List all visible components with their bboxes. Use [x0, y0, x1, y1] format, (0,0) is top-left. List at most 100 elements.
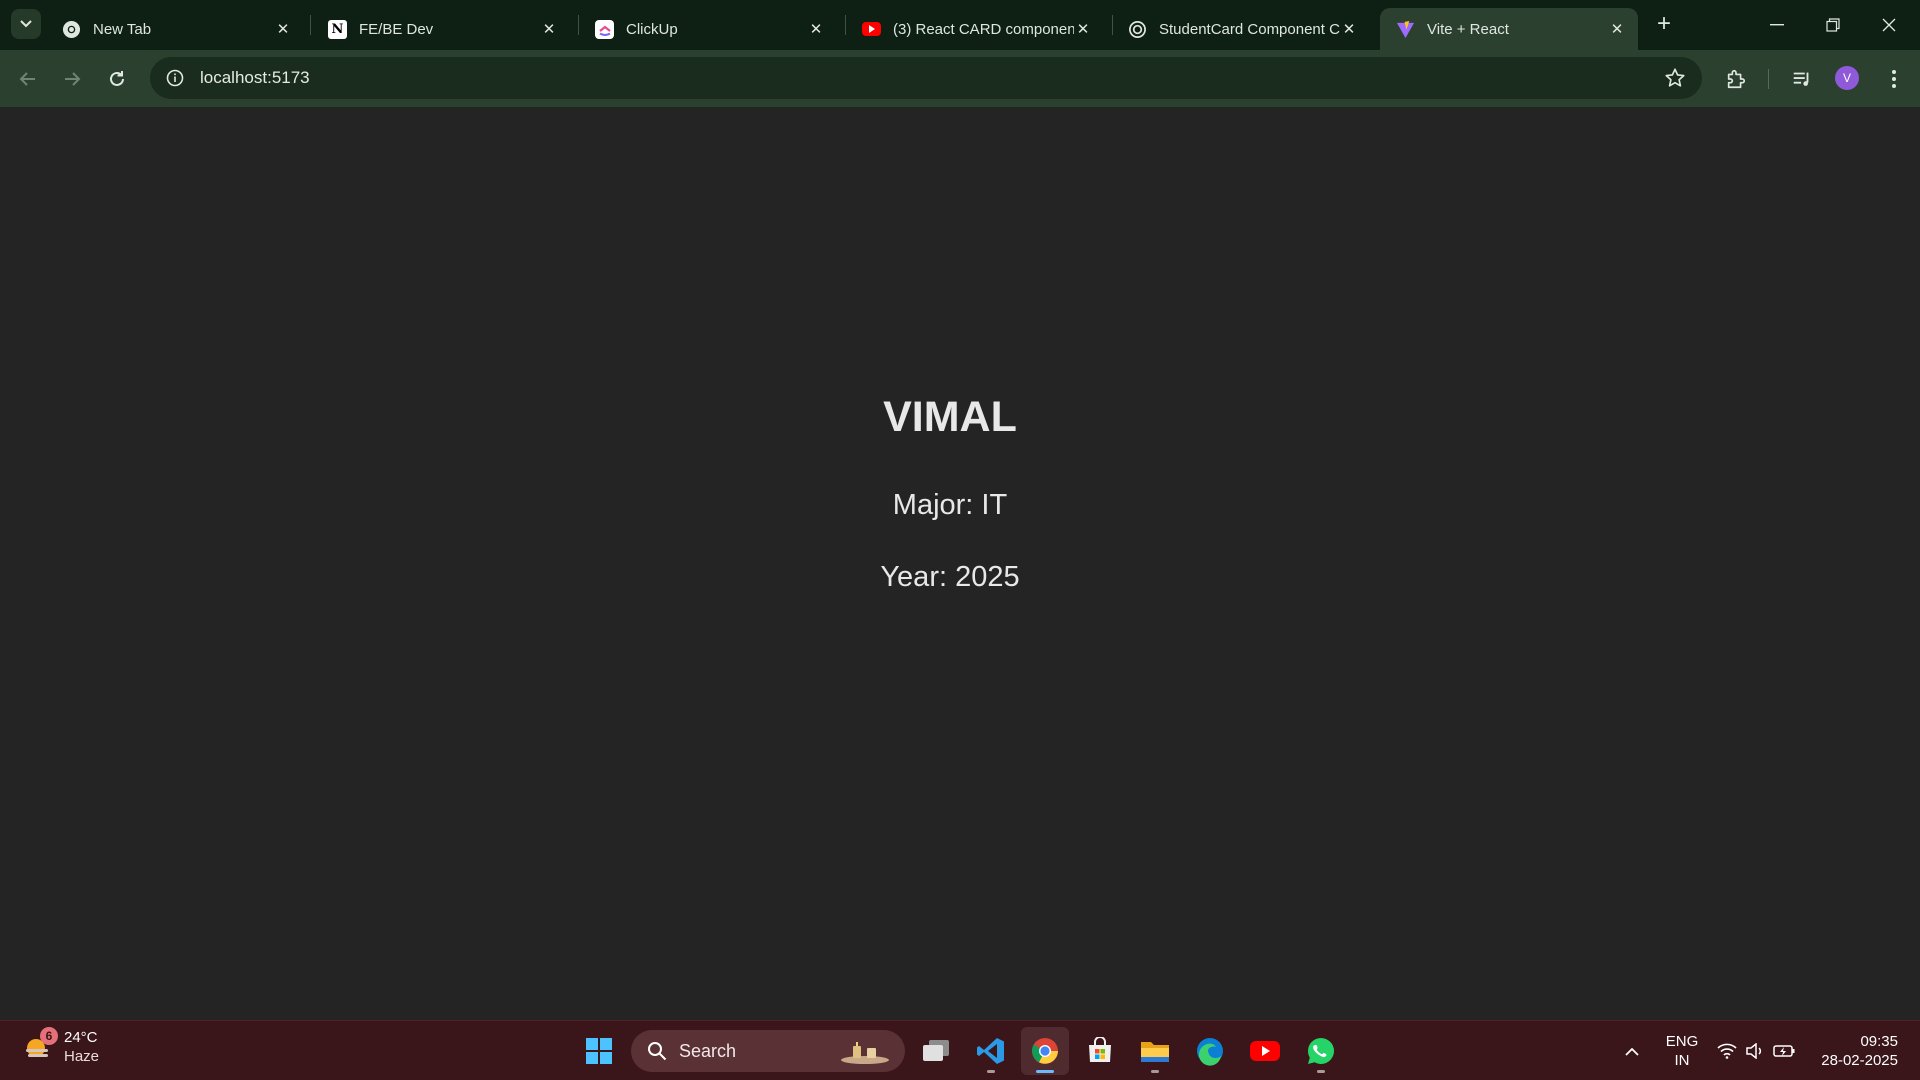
- student-major: Major: IT: [892, 489, 1008, 521]
- url-text: localhost:5173: [200, 68, 310, 87]
- browser-toolbar: localhost:5173: [0, 50, 1920, 108]
- clock-date: 28-02-2025: [1821, 1052, 1898, 1069]
- back-button[interactable]: [12, 63, 44, 95]
- speaker-icon: [1746, 1043, 1762, 1059]
- close-tab-icon[interactable]: ✕: [540, 20, 558, 38]
- chevron-down-icon: [20, 20, 32, 28]
- student-name: VIMAL: [883, 393, 1017, 441]
- vscode-button[interactable]: [967, 1027, 1015, 1075]
- arrow-right-icon: [65, 72, 81, 86]
- bookmark-star-button[interactable]: [1664, 67, 1686, 94]
- info-icon: [166, 69, 184, 87]
- chrome-menu-button[interactable]: [1880, 65, 1908, 93]
- close-tab-icon[interactable]: ✕: [1608, 20, 1626, 38]
- wifi-icon: [1717, 1043, 1737, 1059]
- whatsapp-icon: [1308, 1038, 1335, 1064]
- running-indicator: [1317, 1070, 1325, 1073]
- chrome-icon: [1032, 1038, 1058, 1064]
- youtube-icon: [862, 22, 881, 36]
- youtube-taskbar-button[interactable]: [1241, 1027, 1289, 1075]
- task-view-button[interactable]: [912, 1027, 960, 1075]
- clickup-icon: [595, 19, 614, 39]
- plus-icon: +: [1656, 10, 1671, 37]
- clock-time: 09:35: [1860, 1033, 1898, 1050]
- reload-button[interactable]: [101, 63, 133, 95]
- battery-button[interactable]: [1769, 1021, 1799, 1080]
- close-tab-icon[interactable]: ✕: [807, 20, 825, 38]
- weather-temp: 24°C: [64, 1029, 98, 1046]
- tab-title: (3) React CARD component: [893, 20, 1074, 38]
- queue-music-icon: [1793, 72, 1809, 86]
- file-explorer-button[interactable]: [1131, 1027, 1179, 1075]
- restore-icon: [1826, 18, 1840, 32]
- running-indicator: [987, 1070, 995, 1073]
- file-explorer-icon: [1141, 1042, 1169, 1062]
- media-controls-button[interactable]: [1788, 65, 1816, 93]
- windows-start-icon: [586, 1038, 612, 1064]
- chrome-taskbar-button[interactable]: [1021, 1027, 1069, 1075]
- tab-studentcard-chatgpt[interactable]: StudentCard Component C ✕: [1112, 8, 1370, 50]
- language-region: IN: [1674, 1052, 1690, 1069]
- whatsapp-button[interactable]: [1297, 1027, 1345, 1075]
- tab-new-tab[interactable]: New Tab ✕: [46, 8, 304, 50]
- extensions-button[interactable]: [1722, 65, 1750, 93]
- show-hidden-icons-button[interactable]: [1616, 1021, 1648, 1080]
- tab-title: StudentCard Component C: [1159, 20, 1340, 38]
- language-indicator[interactable]: ENG IN: [1660, 1032, 1704, 1070]
- tab-title: New Tab: [93, 20, 152, 38]
- running-indicator: [1151, 1070, 1159, 1073]
- microsoft-store-icon: [1089, 1037, 1111, 1062]
- windows-taskbar: 6 24°C Haze Search ENG IN 09:35 28-02-20…: [0, 1020, 1920, 1080]
- minimize-icon: [1770, 24, 1784, 26]
- search-highlight-icon: [841, 1042, 889, 1064]
- tab-title: Vite + React: [1427, 20, 1509, 38]
- tab-febe-dev[interactable]: N FE/BE Dev ✕: [312, 8, 570, 50]
- weather-widget[interactable]: 6 24°C Haze: [22, 1027, 99, 1066]
- star-icon: [1665, 68, 1685, 87]
- tab-separator: [310, 15, 311, 35]
- tab-title: FE/BE Dev: [359, 20, 434, 38]
- notion-icon: N: [328, 19, 347, 39]
- profile-avatar[interactable]: V: [1835, 66, 1859, 90]
- close-tab-icon[interactable]: ✕: [1340, 20, 1358, 38]
- youtube-icon: [1250, 1041, 1280, 1061]
- weather-badge: 6: [40, 1027, 58, 1045]
- close-icon: [1882, 18, 1896, 32]
- new-tab-button[interactable]: +: [1650, 10, 1678, 38]
- reload-icon: [110, 71, 124, 86]
- edge-button[interactable]: [1186, 1027, 1234, 1075]
- system-clock[interactable]: 09:35 28-02-2025: [1812, 1032, 1898, 1070]
- site-info-button[interactable]: [154, 57, 196, 99]
- more-vertical-icon: [1892, 70, 1896, 88]
- close-window-button[interactable]: [1861, 0, 1917, 50]
- edge-icon: [1197, 1038, 1223, 1066]
- tab-title: ClickUp: [626, 20, 678, 38]
- microsoft-store-button[interactable]: [1076, 1027, 1124, 1075]
- tab-clickup[interactable]: ClickUp ✕: [579, 8, 837, 50]
- tab-youtube-react-card[interactable]: (3) React CARD component ✕: [846, 8, 1104, 50]
- network-button[interactable]: [1713, 1021, 1741, 1080]
- toolbar-divider: [1768, 69, 1769, 89]
- tab-strip: New Tab ✕ N FE/BE Dev ✕ ClickUp ✕ (3) Re…: [0, 0, 1920, 50]
- minimize-button[interactable]: [1749, 0, 1805, 50]
- battery-charging-icon: [1773, 1045, 1795, 1057]
- vscode-icon: [977, 1038, 1004, 1064]
- tab-vite-react[interactable]: Vite + React ✕: [1380, 8, 1638, 50]
- tab-search-button[interactable]: [11, 9, 41, 39]
- close-tab-icon[interactable]: ✕: [274, 20, 292, 38]
- language-code: ENG: [1665, 1033, 1699, 1050]
- start-button[interactable]: [575, 1027, 623, 1075]
- forward-button[interactable]: [56, 63, 88, 95]
- task-view-icon: [923, 1040, 949, 1061]
- volume-button[interactable]: [1741, 1021, 1769, 1080]
- address-bar[interactable]: localhost:5173: [150, 57, 1702, 99]
- student-year: Year: 2025: [880, 561, 1020, 593]
- search-icon: [648, 1042, 667, 1061]
- chrome-icon: [62, 20, 81, 39]
- close-tab-icon[interactable]: ✕: [1074, 20, 1092, 38]
- running-indicator: [1036, 1070, 1054, 1073]
- weather-haze-icon: 6: [22, 1027, 58, 1064]
- taskbar-search[interactable]: Search: [631, 1030, 905, 1072]
- restore-button[interactable]: [1805, 0, 1861, 50]
- chevron-up-icon: [1625, 1047, 1639, 1056]
